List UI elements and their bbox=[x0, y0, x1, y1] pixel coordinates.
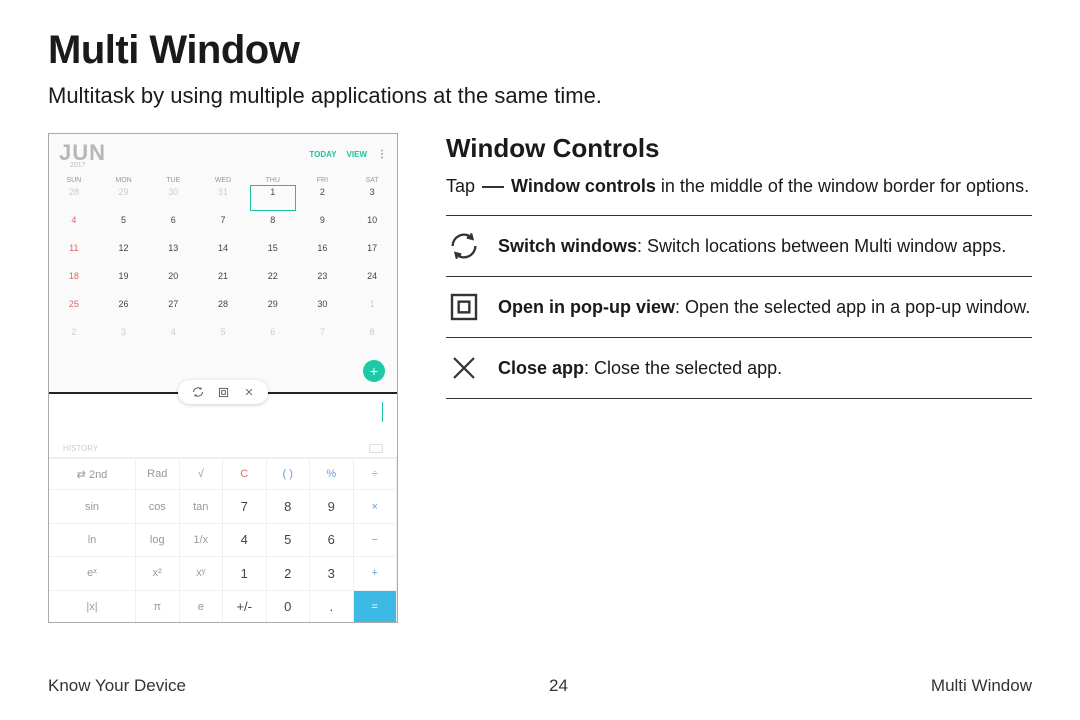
calc-key[interactable]: ln bbox=[49, 523, 136, 556]
calc-key[interactable]: x² bbox=[136, 556, 180, 589]
calc-key[interactable]: + bbox=[354, 556, 398, 589]
calc-key[interactable]: 9 bbox=[310, 489, 354, 522]
calc-key[interactable]: Rad bbox=[136, 458, 180, 489]
calc-key[interactable]: 0 bbox=[267, 590, 311, 623]
switch-windows-icon[interactable] bbox=[192, 386, 204, 398]
popup-view-icon[interactable] bbox=[217, 386, 229, 398]
calc-key[interactable]: eˣ bbox=[49, 556, 136, 589]
calc-key[interactable]: cos bbox=[136, 489, 180, 522]
close-icon[interactable] bbox=[243, 386, 255, 398]
calc-key[interactable]: 3 bbox=[310, 556, 354, 589]
calculator-app: HISTORY ⇄ 2ndRad√C( )%÷ sincostan789× ln… bbox=[49, 394, 397, 622]
page-number: 24 bbox=[549, 676, 568, 696]
calendar-row: 2526272829301 bbox=[49, 296, 397, 324]
calendar-row: 28293031123 bbox=[49, 184, 397, 212]
calendar-row: 2345678 bbox=[49, 324, 397, 352]
calc-key-equals[interactable]: = bbox=[354, 590, 398, 623]
calc-key[interactable]: 6 bbox=[310, 523, 354, 556]
calendar-row: 11121314151617 bbox=[49, 240, 397, 268]
calc-key[interactable]: |x| bbox=[49, 590, 136, 623]
calculator-history-label[interactable]: HISTORY bbox=[63, 444, 98, 453]
calendar-row: 18192021222324 bbox=[49, 268, 397, 296]
calc-key[interactable]: 8 bbox=[267, 489, 311, 522]
feature-row-switch: Switch windows: Switch locations between… bbox=[446, 216, 1032, 277]
window-controls-pill[interactable] bbox=[178, 380, 268, 404]
calc-key[interactable]: 1/x bbox=[180, 523, 224, 556]
calendar-row: 45678910 bbox=[49, 212, 397, 240]
calc-key[interactable]: ÷ bbox=[354, 458, 398, 489]
calendar-view-button[interactable]: VIEW bbox=[347, 150, 367, 159]
calc-key[interactable]: 7 bbox=[223, 489, 267, 522]
window-controls-handle-icon bbox=[482, 186, 504, 188]
page-subtitle: Multitask by using multiple applications… bbox=[48, 83, 1032, 109]
calc-key[interactable]: ⇄ 2nd bbox=[49, 458, 136, 489]
backspace-icon[interactable] bbox=[369, 444, 383, 453]
calc-key[interactable]: 1 bbox=[223, 556, 267, 589]
calc-key[interactable]: 5 bbox=[267, 523, 311, 556]
more-options-icon[interactable]: ⋮ bbox=[377, 149, 387, 160]
calculator-keypad: ⇄ 2ndRad√C( )%÷ sincostan789× lnlog1/x45… bbox=[49, 458, 397, 623]
calc-key[interactable]: % bbox=[310, 458, 354, 489]
calc-key[interactable]: . bbox=[310, 590, 354, 623]
calc-key[interactable]: − bbox=[354, 523, 398, 556]
footer-section: Know Your Device bbox=[48, 676, 186, 696]
calc-key[interactable]: 4 bbox=[223, 523, 267, 556]
section-heading: Window Controls bbox=[446, 133, 1032, 164]
calendar-dow-row: SUN MON TUE WED THU FRI SAT bbox=[49, 177, 397, 184]
device-screenshot: JUN 2017 TODAY VIEW ⋮ SUN MON TUE WED TH… bbox=[48, 133, 398, 623]
calendar-today-button[interactable]: TODAY bbox=[309, 150, 336, 159]
calc-key[interactable]: xʸ bbox=[180, 556, 224, 589]
calc-key[interactable]: 2 bbox=[267, 556, 311, 589]
page-footer: Know Your Device 24 Multi Window bbox=[48, 676, 1032, 696]
feature-row-close: Close app: Close the selected app. bbox=[446, 338, 1032, 399]
close-icon bbox=[446, 350, 482, 386]
calc-key[interactable]: e bbox=[180, 590, 224, 623]
calc-key[interactable]: √ bbox=[180, 458, 224, 489]
calc-key[interactable]: π bbox=[136, 590, 180, 623]
calc-key[interactable]: ( ) bbox=[267, 458, 311, 489]
calc-key[interactable]: +/- bbox=[223, 590, 267, 623]
popup-view-icon bbox=[446, 289, 482, 325]
calc-key[interactable]: × bbox=[354, 489, 398, 522]
page-title: Multi Window bbox=[48, 28, 1032, 73]
section-intro: Tap Window controls in the middle of the… bbox=[446, 174, 1032, 199]
feature-row-popup: Open in pop-up view: Open the selected a… bbox=[446, 277, 1032, 338]
calc-key[interactable]: log bbox=[136, 523, 180, 556]
switch-windows-icon bbox=[446, 228, 482, 264]
calc-key[interactable]: tan bbox=[180, 489, 224, 522]
calendar-add-button[interactable]: + bbox=[363, 360, 385, 382]
footer-topic: Multi Window bbox=[931, 676, 1032, 696]
calc-key-clear[interactable]: C bbox=[223, 458, 267, 489]
calc-key[interactable]: sin bbox=[49, 489, 136, 522]
